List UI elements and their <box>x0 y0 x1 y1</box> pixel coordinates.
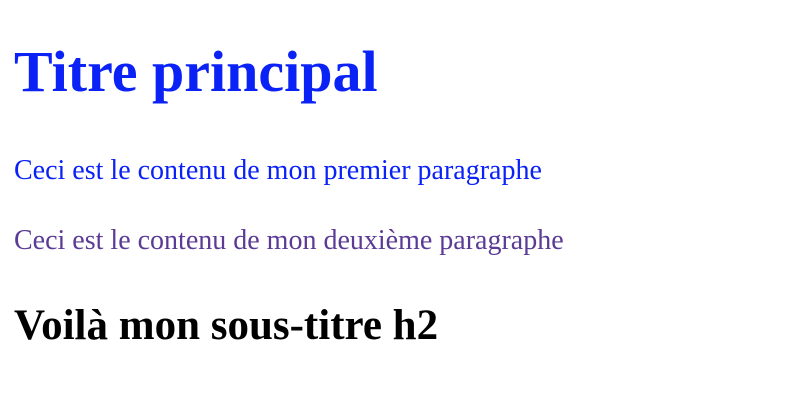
second-paragraph: Ceci est le contenu de mon deuxième para… <box>14 225 564 256</box>
page-subtitle: Voilà mon sous-titre h2 <box>14 302 439 349</box>
first-paragraph: Ceci est le contenu de mon premier parag… <box>14 155 542 186</box>
page-title: Titre principal <box>14 39 378 104</box>
